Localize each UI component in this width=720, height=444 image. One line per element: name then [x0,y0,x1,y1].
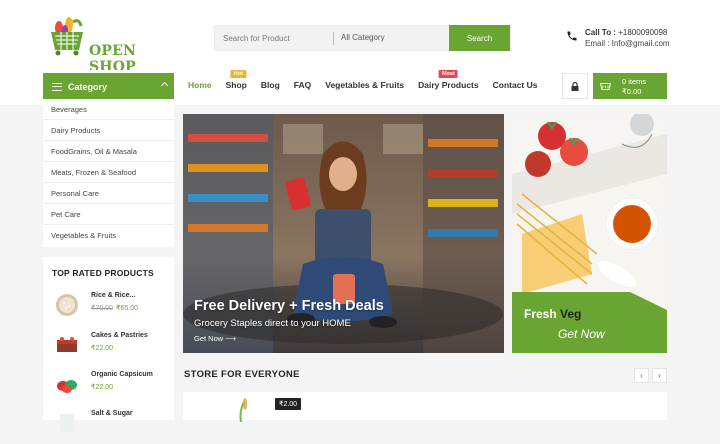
top-rated-item[interactable]: Rice & Rice... ₹70.00 ₹65.00 [52,292,172,326]
basket-icon [600,83,611,90]
hero-link-label: Get Now [194,334,224,343]
cart-button[interactable]: 0 items ₹0.00 [593,73,667,99]
arrow-right-icon: ⟶ [225,334,237,343]
current-price: ₹65.00 [115,305,138,312]
phone-icon [567,31,577,41]
basket-logo-icon [51,17,83,56]
search-divider [333,32,334,45]
category-toggle-label: Category [68,81,108,92]
category-select[interactable]: All Category [341,33,385,42]
product-price: ₹22.00 [91,345,113,352]
promo-title-fresh: Fresh [524,307,557,321]
hero-subtitle: Grocery Staples direct to your HOME [194,318,351,329]
promo-green-ribbon [512,292,667,353]
cake-image [57,337,77,352]
menu-item-faq[interactable]: FAQ [294,80,311,90]
hero-get-now-link[interactable]: Get Now ⟶ [194,334,236,343]
store-section-title: STORE FOR EVERYONE [184,369,300,380]
menu-item-contact-us[interactable]: Contact Us [493,80,538,90]
site-header: OPEN SHOP All Category Search Call To : … [0,0,720,75]
category-list: Beverages Dairy Products FoodGrains, Oil… [43,99,174,247]
site-logo[interactable]: OPEN SHOP [45,16,175,75]
hero-title: Free Delivery + Fresh Deals [194,298,384,314]
cart-total: ₹0.00 [622,87,642,96]
rice-bowl-image [56,294,78,316]
product-price: ₹22.00 [91,384,113,391]
product-name[interactable]: Organic Capsicum [91,371,153,378]
salt-sugar-image [60,414,74,432]
hamburger-icon [52,82,62,91]
product-thumbnail [239,398,247,422]
category-item-beverages[interactable]: Beverages [43,99,174,120]
top-rated-item[interactable]: Organic Capsicum ₹22.00 [52,371,172,405]
menu-item-home[interactable]: Home [188,80,212,90]
category-toggle-button[interactable]: Category [43,73,174,100]
cart-item-count: 0 items [622,77,647,86]
product-name[interactable]: Salt & Sugar [91,410,133,417]
category-item-meats[interactable]: Meats, Frozen & Seafood [43,162,174,183]
promo-cta[interactable]: Get Now [558,327,605,341]
category-item-personal-care[interactable]: Personal Care [43,183,174,204]
account-button[interactable] [562,73,588,99]
category-item-pet-care[interactable]: Pet Care [43,204,174,225]
chevron-right-icon: › [658,371,661,380]
product-name[interactable]: Cakes & Pastries [91,332,148,339]
search-bar: All Category Search [214,25,511,51]
price-tag: ₹2.00 [275,398,302,410]
carousel-prev-button[interactable]: ‹ [634,368,649,383]
hero-banner[interactable]: Free Delivery + Fresh Deals Grocery Stap… [183,114,504,353]
primary-menu: Home Hot Shop Blog FAQ Vegetables & Frui… [188,70,551,90]
search-button[interactable]: Search [449,25,510,51]
menu-item-dairy-products[interactable]: Most Dairy Products [418,70,479,90]
top-rated-title: TOP RATED PRODUCTS [52,268,154,278]
top-rated-item[interactable]: Cakes & Pastries ₹22.00 [52,332,172,366]
old-price: ₹70.00 [91,305,113,312]
contact-phone-line: Call To : +1800090098 [585,28,667,37]
product-card[interactable] [183,392,667,422]
top-rated-panel: TOP RATED PRODUCTS Rice & Rice... ₹70.00… [43,257,174,432]
promo-title-veg: Veg [560,307,582,321]
category-item-foodgrains[interactable]: FoodGrains, Oil & Masala [43,141,174,162]
call-label: Call To : [585,28,616,37]
chevron-left-icon: ‹ [640,371,643,380]
chevron-up-icon [160,81,169,90]
phone-number[interactable]: +1800090098 [618,28,667,37]
capsicum-image [57,380,77,393]
menu-item-vegetables-fruits[interactable]: Vegetables & Fruits [325,80,404,90]
hot-badge: Hot [230,70,246,78]
contact-email[interactable]: Email : Info@gmail.com [585,39,670,48]
top-rated-item[interactable]: Salt & Sugar [52,410,172,444]
fresh-veg-banner[interactable]: Fresh Veg Get Now [512,114,667,353]
product-name[interactable]: Rice & Rice... [91,292,135,299]
category-item-dairy-products[interactable]: Dairy Products [43,120,174,141]
lock-icon [571,82,579,91]
most-badge: Most [438,70,458,78]
menu-item-shop[interactable]: Hot Shop [226,70,247,90]
search-input[interactable] [223,26,333,50]
category-item-vegetables-fruits[interactable]: Vegetables & Fruits [43,225,174,246]
product-price: ₹70.00 ₹65.00 [91,304,138,312]
carousel-next-button[interactable]: › [652,368,667,383]
menu-item-blog[interactable]: Blog [261,80,280,90]
promo-title: Fresh Veg [524,307,581,321]
